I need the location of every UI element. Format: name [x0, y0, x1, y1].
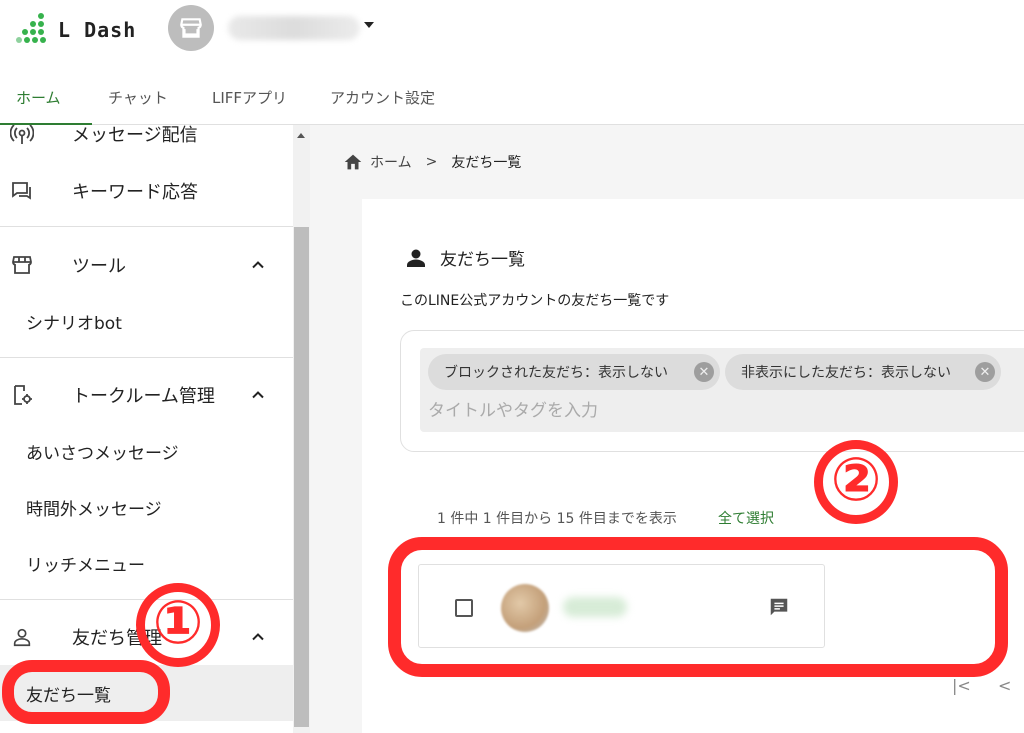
sidebar-divider [0, 226, 293, 227]
sidebar-item-message-broadcast[interactable]: メッセージ配信 [0, 125, 293, 149]
sidebar-scrollbar[interactable] [293, 125, 310, 733]
sidebar-item-label: 時間外メッセージ [26, 499, 162, 520]
sidebar-item-label: ツール [72, 256, 126, 277]
account-name-blurred[interactable] [228, 16, 360, 40]
sidebar-item-label: あいさつメッセージ [26, 443, 179, 464]
store-icon [180, 18, 202, 38]
logo-dots-icon [16, 13, 50, 47]
sidebar-item-label: キーワード応答 [72, 182, 198, 203]
broadcast-icon [9, 125, 35, 147]
sidebar-item-keyword-reply[interactable]: キーワード応答 [0, 171, 293, 211]
app-header: L Dash [0, 0, 1024, 70]
breadcrumb: ホーム > 友だち一覧 [342, 151, 521, 173]
tab-account-settings[interactable]: アカウント設定 [314, 70, 451, 124]
tab-liff-app[interactable]: LIFFアプリ [196, 70, 314, 124]
app-logo[interactable]: L Dash [16, 10, 136, 50]
page-title: 友だち一覧 [404, 245, 525, 270]
sidebar-section-talkroom[interactable]: トークルーム管理 [0, 375, 293, 415]
sidebar-item-label: シナリオbot [26, 313, 122, 334]
annotation-marker-2: ② [814, 440, 898, 524]
filter-chip-blocked[interactable]: ブロックされた友だち：表示しない ✕ [428, 354, 720, 390]
chip-label: ブロックされた友だち：表示しない [444, 365, 668, 381]
select-all-link[interactable]: 全て選択 [718, 508, 774, 528]
page-description: このLINE公式アカウントの友だち一覧です [400, 293, 670, 309]
chevron-up-icon[interactable] [248, 255, 268, 275]
tab-home[interactable]: ホーム [0, 70, 92, 125]
person-icon [407, 249, 425, 267]
person-icon [9, 624, 35, 650]
sidebar-item-label: メッセージ配信 [72, 125, 198, 146]
chevron-up-icon[interactable] [248, 627, 268, 647]
annotation-marker-text: ① [152, 588, 204, 658]
sidebar-item-rich-menu[interactable]: リッチメニュー [0, 543, 293, 583]
sidebar-item-label: リッチメニュー [26, 555, 145, 576]
filter-chip-hidden[interactable]: 非表示にした友だち：表示しない ✕ [725, 354, 1001, 390]
result-count: 1 件中 1 件目から 15 件目までを表示 [437, 511, 677, 527]
store-icon [9, 252, 35, 278]
scrollbar-thumb[interactable] [294, 227, 309, 727]
account-avatar[interactable] [168, 5, 214, 51]
room-settings-icon [9, 382, 35, 408]
sidebar-item-scenario-bot[interactable]: シナリオbot [0, 301, 293, 341]
tab-chat[interactable]: チャット [92, 70, 196, 124]
page-title-text: 友だち一覧 [440, 250, 525, 270]
scroll-up-arrow-icon[interactable] [297, 133, 305, 138]
annotation-marker-1: ① [136, 583, 220, 667]
breadcrumb-current: 友だち一覧 [451, 155, 522, 171]
chat-reply-icon [9, 178, 35, 204]
home-icon[interactable] [342, 151, 364, 173]
breadcrumb-home[interactable]: ホーム [370, 152, 412, 172]
sidebar-item-label: トークルーム管理 [72, 386, 215, 407]
sidebar-divider [0, 357, 293, 358]
logo-text: L Dash [58, 18, 137, 42]
close-icon[interactable]: ✕ [975, 362, 995, 382]
sidebar-section-tools[interactable]: ツール [0, 245, 293, 285]
close-icon[interactable]: ✕ [694, 362, 714, 382]
sidebar-item-after-hours-message[interactable]: 時間外メッセージ [0, 487, 293, 527]
annotation-highlight-friend-list-menu [2, 660, 170, 724]
tag-input-placeholder[interactable]: タイトルやタグを入力 [428, 396, 598, 421]
chip-label: 非表示にした友だち：表示しない [741, 365, 951, 381]
breadcrumb-separator: > [425, 154, 438, 170]
pager-first-button[interactable]: |< [952, 676, 971, 695]
annotation-highlight-friend-item [388, 537, 1008, 677]
chevron-up-icon[interactable] [248, 385, 268, 405]
account-dropdown-caret-icon[interactable] [364, 22, 374, 28]
annotation-marker-text: ② [830, 445, 882, 515]
pager-prev-button[interactable]: < [998, 676, 1011, 695]
main-tabs: ホーム チャット LIFFアプリ アカウント設定 [0, 70, 1024, 125]
sidebar-item-greeting-message[interactable]: あいさつメッセージ [0, 431, 293, 471]
